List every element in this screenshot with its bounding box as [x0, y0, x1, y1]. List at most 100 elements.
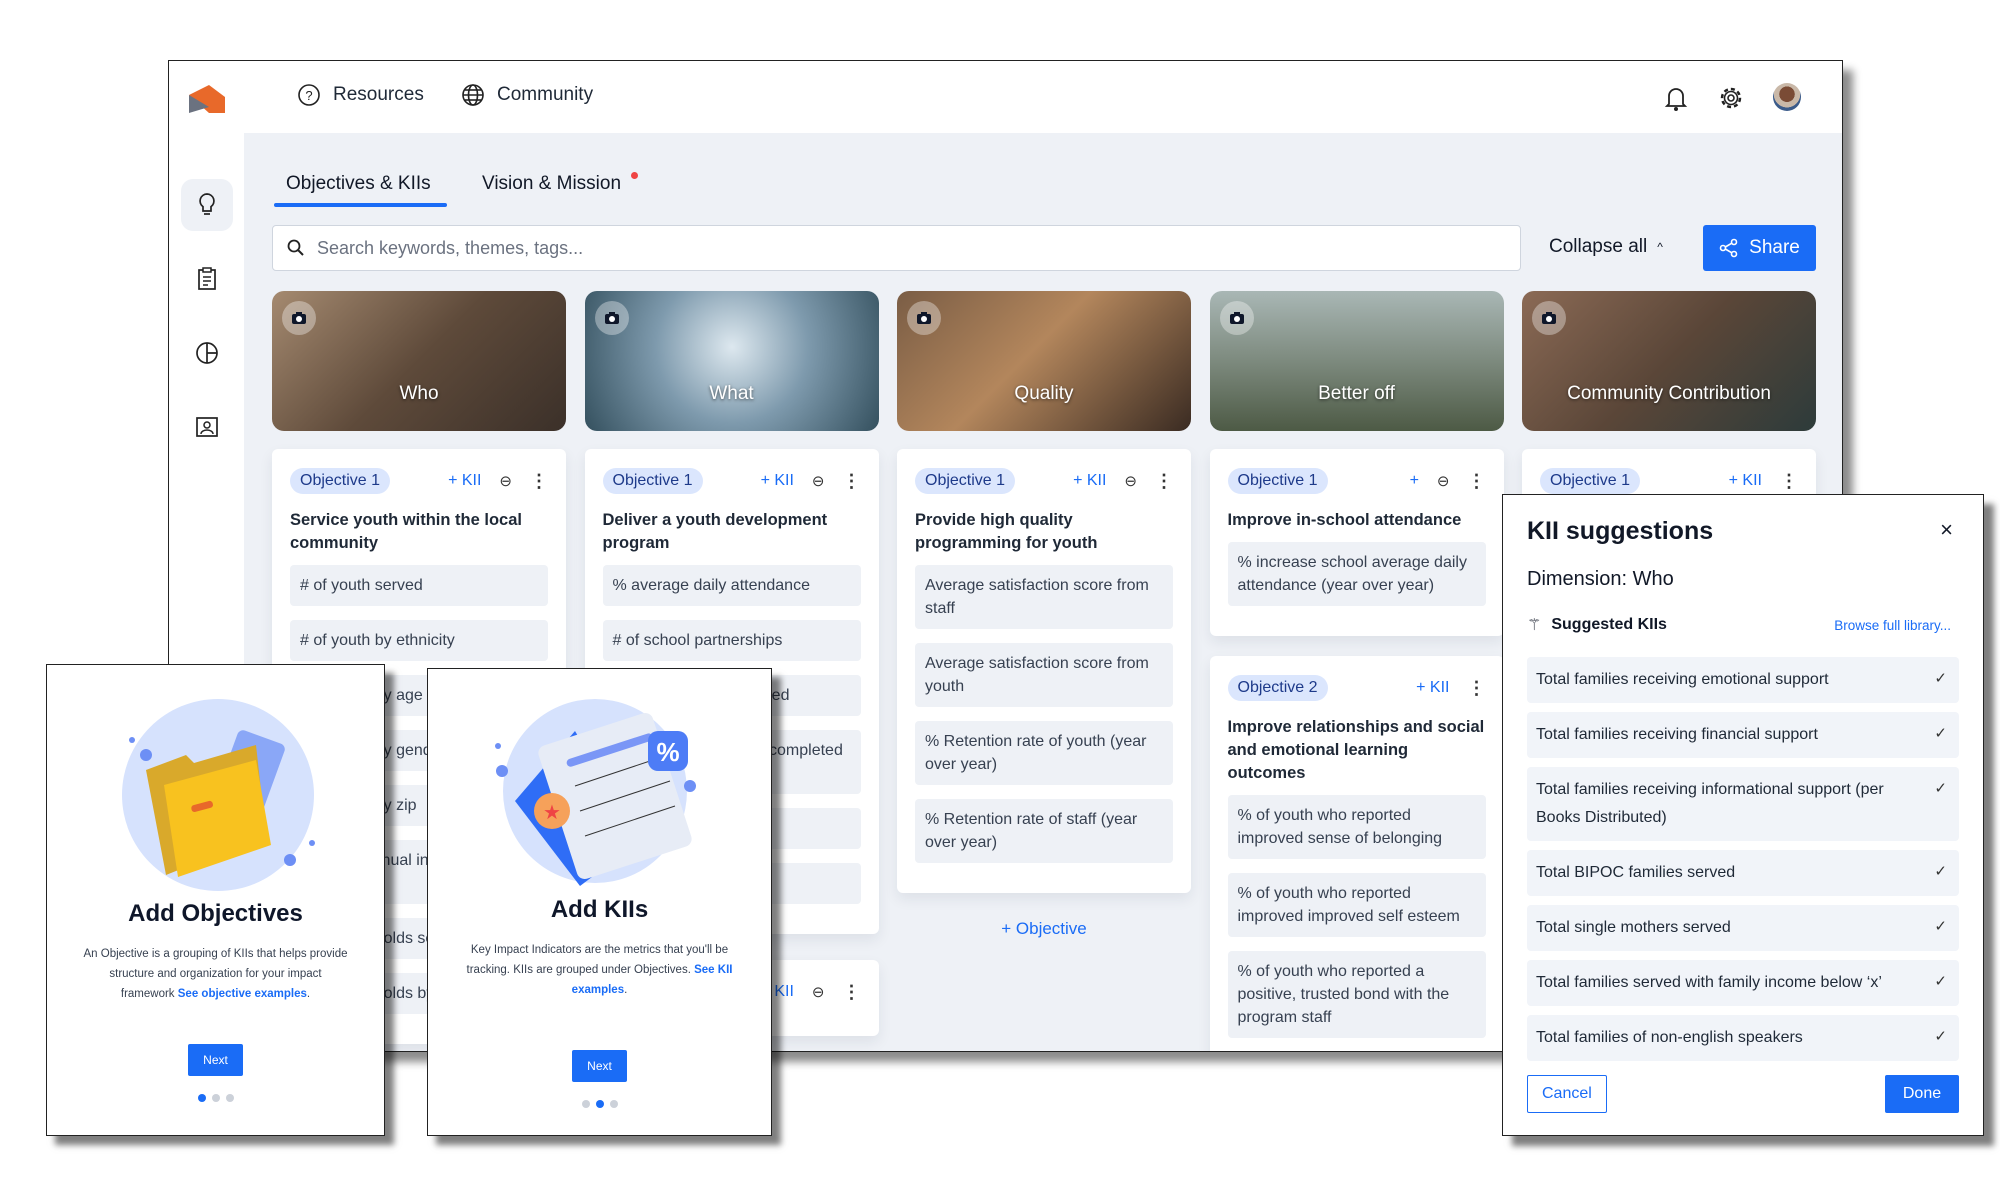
objective-chip[interactable]: Objective 1	[602, 468, 703, 494]
check-icon[interactable]: ✓	[1934, 720, 1947, 748]
suggested-kii-label: Total families receiving financial suppo…	[1536, 726, 1818, 743]
suggested-kii-item[interactable]: Total families served with family income…	[1527, 960, 1959, 1006]
dimension-card[interactable]: Community Contribution	[1522, 291, 1816, 431]
camera-icon[interactable]	[1219, 301, 1254, 335]
tab-objectives-kiis[interactable]: Objectives & KIIs	[286, 173, 431, 195]
objective-card: Objective 2 + KII ⋮ Improve relationships a…	[1209, 656, 1504, 1051]
onboarding-card-kiis: % ★ Add KIIs Key Impact Indicators are th…	[427, 668, 772, 1136]
contact-card-icon	[196, 417, 218, 437]
suggested-kii-item[interactable]: Total BIPOC families served ✓	[1527, 850, 1959, 896]
kii-item[interactable]: Average satisfaction score from youth	[915, 643, 1173, 707]
gear-icon[interactable]	[1718, 85, 1744, 111]
check-icon[interactable]: ✓	[1934, 858, 1947, 886]
sidebar-item-objectives[interactable]	[181, 179, 233, 231]
add-objective-button[interactable]: + Objective	[897, 919, 1191, 939]
sidebar-item-contacts[interactable]	[181, 401, 233, 453]
camera-icon[interactable]	[594, 301, 629, 335]
next-button[interactable]: Next	[188, 1044, 243, 1076]
cancel-button[interactable]: Cancel	[1527, 1075, 1607, 1113]
dimension-card[interactable]: Better off	[1209, 291, 1504, 431]
objective-chip[interactable]: Objective 1	[1227, 468, 1328, 494]
objective-chip[interactable]: Objective 2	[1227, 675, 1328, 701]
suggested-kii-item[interactable]: Total families receiving informational s…	[1527, 767, 1959, 841]
more-options-icon[interactable]: ⋮	[1155, 472, 1173, 490]
search-input[interactable]: Search keywords, themes, tags...	[272, 225, 1521, 271]
objective-title: Provide high quality programming for you…	[915, 511, 1098, 552]
suggested-kii-item[interactable]: Total families of non-english speakers ✓	[1527, 1015, 1959, 1061]
suggested-kii-item[interactable]: Total single mothers served ✓	[1527, 905, 1959, 951]
kii-item[interactable]: % of youth who reported improved sense o…	[1227, 795, 1486, 859]
add-kii-button[interactable]: + KII	[1729, 472, 1762, 490]
link-icon[interactable]: ⊖	[812, 472, 825, 490]
kii-item[interactable]: # of youth served	[290, 565, 548, 606]
kii-item[interactable]: % of youth who reported improved improve…	[1227, 873, 1486, 937]
suggested-kii-item[interactable]: Total families receiving financial suppo…	[1527, 712, 1959, 758]
nav-resources[interactable]: ? Resources	[297, 83, 424, 107]
pagination-dots[interactable]	[47, 1094, 384, 1102]
tab-vision-mission[interactable]: Vision & Mission	[482, 173, 621, 195]
kii-item[interactable]: % average daily attendance	[602, 565, 861, 606]
collapse-all-label: Collapse all	[1549, 236, 1648, 257]
kii-item[interactable]: % Retention rate of youth (year over yea…	[915, 721, 1173, 785]
avatar[interactable]	[1773, 83, 1801, 111]
more-options-icon[interactable]: ⋮	[843, 983, 861, 1001]
more-options-icon[interactable]: ⋮	[1468, 679, 1486, 697]
check-icon[interactable]: ✓	[1934, 968, 1947, 996]
next-button[interactable]: Next	[572, 1050, 627, 1082]
kii-item[interactable]: % Retention rate of staff (year over yea…	[915, 799, 1173, 863]
dimension-card[interactable]: Quality	[897, 291, 1191, 431]
pagination-dots[interactable]	[428, 1100, 771, 1108]
sidebar-item-reports[interactable]	[181, 253, 233, 305]
close-icon[interactable]: ×	[1940, 517, 1953, 543]
more-options-icon[interactable]: ⋮	[1780, 472, 1798, 490]
svg-text:?: ?	[305, 88, 312, 103]
magic-wand-icon: ⚚	[1527, 617, 1542, 634]
app-logo[interactable]	[187, 83, 227, 115]
dimension-card[interactable]: What	[584, 291, 879, 431]
link-icon[interactable]: ⊖	[1124, 472, 1137, 490]
kii-item[interactable]: # of school partnerships	[602, 620, 861, 661]
camera-icon[interactable]	[907, 301, 941, 335]
kii-item[interactable]: % of youth who reported a positive, trus…	[1227, 951, 1486, 1038]
objective-title: Improve in-school attendance	[1227, 511, 1462, 529]
chevron-up-icon: ^	[1657, 240, 1663, 254]
objective-chip[interactable]: Objective 1	[1540, 468, 1641, 494]
check-icon[interactable]: ✓	[1934, 775, 1947, 803]
dimension-card[interactable]: Who	[272, 291, 566, 431]
add-kii-button[interactable]: + KII	[761, 472, 794, 490]
objective-title: Improve relationships and social and emo…	[1227, 718, 1485, 782]
more-options-icon[interactable]: ⋮	[530, 472, 548, 490]
link-icon[interactable]: ⊖	[812, 983, 825, 1001]
clipboard-icon	[198, 267, 216, 290]
share-button[interactable]: Share	[1703, 225, 1816, 271]
add-kii-button[interactable]: +	[1410, 472, 1419, 490]
see-objective-examples-link[interactable]: See objective examples	[178, 988, 307, 1000]
add-kii-button[interactable]: + KII	[1073, 472, 1106, 490]
collapse-all-button[interactable]: Collapse all ^	[1549, 236, 1663, 258]
nav-community[interactable]: Community	[461, 83, 593, 107]
camera-icon[interactable]	[282, 301, 316, 335]
done-button[interactable]: Done	[1885, 1075, 1959, 1113]
suggested-kii-label: Total families receiving emotional suppo…	[1536, 671, 1829, 688]
check-icon[interactable]: ✓	[1934, 1023, 1947, 1051]
check-icon[interactable]: ✓	[1934, 665, 1947, 693]
objective-chip[interactable]: Objective 1	[290, 468, 391, 494]
kii-item[interactable]: % increase school average daily attendan…	[1227, 542, 1486, 606]
add-kii-button[interactable]: + KII	[448, 472, 481, 490]
objective-card: Objective 1 + KII ⊖ ⋮ Provide high quality p…	[897, 449, 1191, 893]
suggested-kii-item[interactable]: Total families receiving emotional suppo…	[1527, 657, 1959, 703]
kii-item[interactable]: Average satisfaction score from staff	[915, 565, 1173, 629]
kii-item[interactable]: # of youth by ethnicity	[290, 620, 548, 661]
dimension-label: What	[709, 383, 754, 404]
bell-icon[interactable]	[1664, 85, 1688, 111]
sidebar-item-analytics[interactable]	[181, 327, 233, 379]
browse-library-link[interactable]: Browse full library...	[1834, 618, 1951, 633]
add-kii-button[interactable]: + KII	[1416, 679, 1449, 697]
link-icon[interactable]: ⊖	[499, 472, 512, 490]
more-options-icon[interactable]: ⋮	[1468, 472, 1486, 490]
check-icon[interactable]: ✓	[1934, 913, 1947, 941]
more-options-icon[interactable]: ⋮	[843, 472, 861, 490]
camera-icon[interactable]	[1532, 301, 1566, 335]
link-icon[interactable]: ⊖	[1437, 472, 1450, 490]
objective-chip[interactable]: Objective 1	[915, 468, 1016, 494]
